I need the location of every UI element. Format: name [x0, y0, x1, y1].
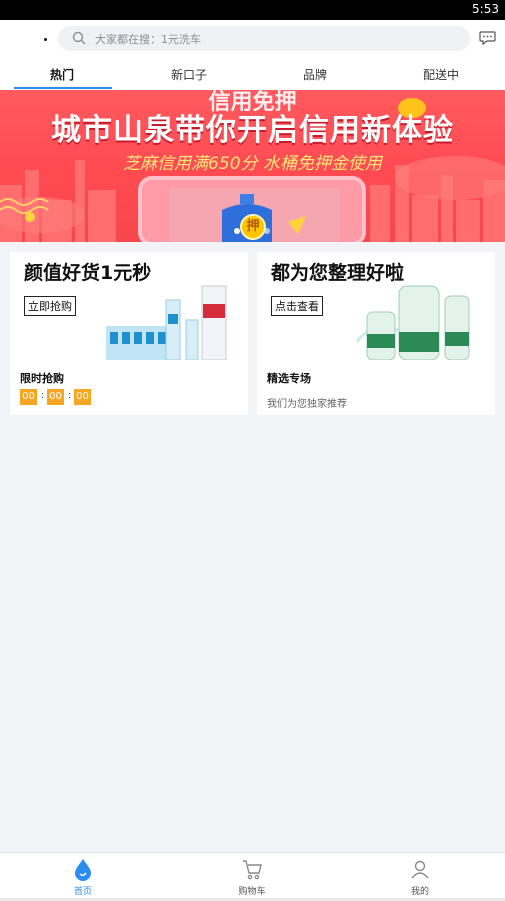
logo-dot	[44, 38, 47, 41]
search-placeholder: 大家都在搜：1元洗车	[95, 33, 201, 46]
deposit-badge: 押	[240, 214, 266, 240]
nav-home-label: 首页	[73, 887, 92, 897]
active-tab-indicator	[14, 87, 112, 89]
header: 大家都在搜：1元洗车	[0, 20, 505, 58]
bottled-water-pack-image	[106, 285, 227, 360]
nav-cart[interactable]: 购物车	[207, 857, 297, 897]
flash-sale-card[interactable]: 颜值好货1元秒 立即抢购 限时抢购 00 : 00 : 00	[10, 252, 248, 415]
timer-hours: 00	[20, 389, 37, 405]
tab-brand[interactable]: 品牌	[265, 66, 365, 83]
timer-seconds: 00	[74, 389, 91, 405]
tab-hot[interactable]: 热门	[12, 66, 112, 83]
banner-pager-dot[interactable]	[264, 228, 270, 234]
water-drop-icon	[75, 859, 91, 881]
search-input[interactable]: 大家都在搜：1元洗车	[58, 26, 470, 51]
card-name: 精选专场	[267, 372, 311, 385]
nav-cart-label: 购物车	[238, 887, 266, 897]
card-title: 都为您整理好啦	[271, 262, 405, 284]
curated-card[interactable]: 都为您整理好啦 点击查看 精选专场 我们为您独家推荐	[257, 252, 495, 415]
cart-icon	[243, 860, 262, 880]
tab-delivering[interactable]: 配送中	[391, 66, 491, 83]
status-bar: 5:53	[0, 0, 505, 20]
timer-separator: :	[68, 390, 72, 401]
timer-separator: :	[41, 390, 45, 401]
banner-subline: 芝麻信用满650分 水桶免押金使用	[123, 154, 382, 174]
nav-profile-label: 我的	[410, 887, 429, 897]
card-name: 限时抢购	[20, 372, 64, 385]
nav-home[interactable]: 首页	[38, 857, 128, 897]
bottom-navigation: 首页 购物车 我的	[0, 852, 505, 898]
tab-new[interactable]: 新口子	[139, 66, 239, 83]
card-title: 颜值好货1元秒	[24, 262, 152, 284]
banner-pager-dot[interactable]	[234, 228, 240, 234]
message-icon[interactable]	[479, 30, 496, 46]
card-description: 我们为您独家推荐	[267, 399, 347, 410]
buy-now-button[interactable]: 立即抢购	[24, 296, 76, 316]
bottled-water-image	[355, 285, 470, 360]
nav-profile[interactable]: 我的	[375, 857, 465, 897]
promo-banner[interactable]: 信用免押 城市山泉带你开启信用新体验 芝麻信用满650分 水桶免押金使用 押	[0, 90, 505, 242]
timer-minutes: 00	[47, 389, 64, 405]
view-button[interactable]: 点击查看	[271, 296, 323, 316]
status-time: 5:53	[472, 2, 499, 16]
category-tabs: 热门 新口子 品牌 配送中	[0, 58, 505, 90]
user-icon	[411, 860, 429, 879]
search-icon	[72, 31, 86, 45]
banner-headline: 城市山泉带你开启信用新体验	[51, 113, 454, 148]
